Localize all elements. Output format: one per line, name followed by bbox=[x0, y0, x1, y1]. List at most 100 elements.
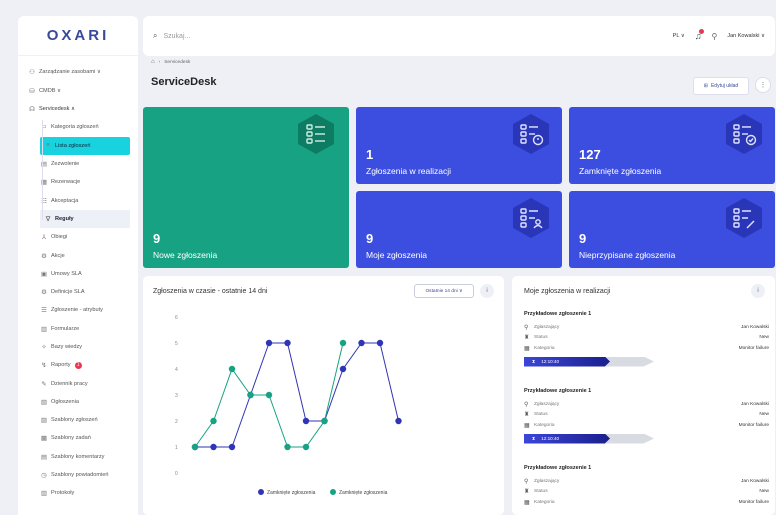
ticket-category-row: ▦ Kategoria Monitor failure bbox=[524, 343, 769, 354]
sidebar-item-1[interactable]: ⛁ CMDB ∨ bbox=[18, 81, 138, 100]
ticket-category-row: ▦ Kategoria Monitor failure bbox=[524, 497, 769, 508]
sidebar-item-label: Obiegi bbox=[51, 234, 68, 241]
sidebar-item-15[interactable]: ✧ Bazy wiedzy bbox=[18, 338, 138, 356]
data-point[interactable] bbox=[284, 339, 291, 347]
data-point[interactable] bbox=[302, 443, 310, 451]
data-point[interactable] bbox=[302, 417, 310, 425]
data-point[interactable] bbox=[210, 417, 217, 425]
ticket-card[interactable]: Przykładowe zgłoszenie 1 ⚲ Zgłaszający Jan… bbox=[524, 465, 769, 508]
search-input[interactable]: Szukaj... bbox=[163, 33, 190, 40]
sidebar-item-3[interactable]: ⌑ Kategoria zgłoszeń bbox=[18, 118, 138, 136]
user-icon[interactable]: ⚲ bbox=[711, 32, 717, 41]
notification-template-icon: ◷ bbox=[41, 472, 47, 480]
sidebar-item-14[interactable]: ▥ Formularze bbox=[18, 320, 138, 338]
data-point[interactable] bbox=[376, 339, 384, 347]
sidebar-item-12[interactable]: ⚙ Definicje SLA bbox=[18, 283, 138, 301]
database-icon: ⛁ bbox=[29, 87, 35, 95]
filter-icon: ∇ bbox=[45, 215, 51, 223]
sidebar-item-0[interactable]: ⚇ Zarządzanie zasobami ∨ bbox=[18, 62, 138, 81]
user-menu[interactable]: Jan Kowalski ∨ bbox=[727, 33, 765, 39]
tile-value: 9 bbox=[153, 231, 161, 246]
tile-unassigned[interactable]: 9 Nieprzypisane zgłoszenia bbox=[569, 191, 775, 268]
tile-new-tickets[interactable]: 9 Nowe zgłoszenia bbox=[143, 107, 349, 268]
data-point[interactable] bbox=[265, 391, 273, 399]
sidebar-item-7[interactable]: ☷ Akceptacja bbox=[18, 191, 138, 209]
data-point[interactable] bbox=[247, 391, 254, 399]
hourglass-icon: ⧗ bbox=[532, 436, 536, 441]
language-select[interactable]: PL ∨ bbox=[673, 33, 685, 39]
data-point[interactable] bbox=[228, 365, 236, 373]
ticket-title[interactable]: Przykładowe zgłoszenie 1 bbox=[524, 465, 769, 471]
sidebar-item-19[interactable]: ▨ Szablony zgłoszeń bbox=[18, 411, 138, 429]
sidebar-item-9[interactable]: ⅄ Obiegi bbox=[18, 228, 138, 246]
ticket-title[interactable]: Przykładowe zgłoszenie 1 bbox=[524, 388, 769, 394]
sidebar-item-8[interactable]: ∇ Reguły bbox=[40, 209, 130, 229]
legend-marker bbox=[330, 489, 336, 495]
data-point[interactable] bbox=[265, 339, 273, 347]
tile-value: 9 bbox=[579, 231, 587, 246]
ticket-card[interactable]: Przykładowe zgłoszenie 1 ⚲ Zgłaszający Jan… bbox=[524, 311, 769, 367]
sidebar-item-20[interactable]: ▩ Szablony zadań bbox=[18, 429, 138, 447]
status-value: New bbox=[759, 489, 769, 495]
tile-value: 1 bbox=[366, 147, 374, 162]
sliders-icon: ☰ bbox=[41, 307, 47, 315]
data-point[interactable] bbox=[191, 443, 199, 451]
breadcrumb-servicedesk[interactable]: Servicedesk bbox=[164, 60, 190, 65]
legend-label[interactable]: Zamknięte zgłoszenia bbox=[339, 490, 388, 496]
home-icon[interactable]: ⌂ bbox=[151, 59, 155, 65]
tickets-edit-icon bbox=[726, 198, 762, 238]
sla-timer-fill: ⧗ 12:10:40 bbox=[524, 356, 610, 367]
tile-closed[interactable]: 127 Zamknięte zgłoszenia bbox=[569, 107, 775, 184]
notification-dot bbox=[699, 29, 705, 34]
more-options-button[interactable]: ⋮ bbox=[755, 77, 771, 93]
data-point[interactable] bbox=[284, 443, 291, 451]
data-point[interactable] bbox=[321, 417, 328, 425]
y-tick-label: 0 bbox=[175, 471, 178, 477]
sidebar-item-22[interactable]: ◷ Szablony powiadomień bbox=[18, 466, 138, 484]
my-tickets-info-button[interactable]: i bbox=[751, 284, 765, 298]
sidebar-item-11[interactable]: ▣ Umowy SLA bbox=[18, 265, 138, 283]
notifications-button[interactable]: ♫ bbox=[695, 29, 705, 41]
ticket-title[interactable]: Przykładowe zgłoszenie 1 bbox=[524, 311, 769, 317]
sidebar-item-17[interactable]: ✎ Dziennik pracy bbox=[18, 374, 138, 392]
sidebar-item-4[interactable]: ≡ Lista zgłoszeń bbox=[40, 136, 130, 155]
data-point[interactable] bbox=[339, 365, 347, 373]
sidebar-item-16[interactable]: ↯ Raporty 1 bbox=[18, 356, 138, 374]
sidebar-item-5[interactable]: ▤ Zezwolenie bbox=[18, 155, 138, 173]
sidebar-item-23[interactable]: ▥ Protokoły bbox=[18, 484, 138, 502]
bulb-icon: ✧ bbox=[41, 344, 47, 351]
data-point[interactable] bbox=[210, 443, 217, 451]
chart-panel: Zgłoszenia w czasie - ostatnie 14 dni Os… bbox=[143, 276, 504, 515]
sidebar-item-label: Definicje SLA bbox=[51, 289, 85, 296]
edit-layout-button[interactable]: ⊞ Edytuj układ bbox=[693, 77, 749, 95]
tile-my-tickets[interactable]: 9 Moje zgłoszenia bbox=[356, 191, 562, 268]
sidebar-item-2[interactable]: ☊ Servicedesk ∧ bbox=[18, 100, 138, 118]
sidebar-item-6[interactable]: ▦ Rezerwacje bbox=[18, 173, 138, 191]
sidebar-item-10[interactable]: ⚙ Akcje bbox=[18, 246, 138, 264]
category-value: Monitor failure bbox=[738, 422, 769, 428]
data-point[interactable] bbox=[339, 339, 347, 347]
tickets-clock-icon bbox=[513, 114, 549, 154]
sidebar-item-label: Lista zgłoszeń bbox=[55, 142, 91, 149]
search-box[interactable]: ⌕ Szukaj... bbox=[153, 31, 673, 41]
sidebar-item-21[interactable]: ▤ Szablony komentarzy bbox=[18, 448, 138, 466]
legend-label[interactable]: Zamknięte zgłoszenia bbox=[267, 490, 316, 496]
data-point[interactable] bbox=[358, 339, 365, 347]
user-icon: ⚲ bbox=[524, 401, 529, 408]
ticket-card[interactable]: Przykładowe zgłoszenie 1 ⚲ Zgłaszający Jan… bbox=[524, 388, 769, 444]
data-point[interactable] bbox=[228, 443, 236, 451]
report-icon: ↯ bbox=[41, 362, 47, 370]
ticket-requester-row: ⚲ Zgłaszający Jan Kowalski bbox=[524, 476, 769, 487]
requester-value: Jan Kowalski bbox=[741, 478, 769, 484]
sidebar-item-label: Raporty bbox=[51, 362, 71, 369]
ticket-requester-row: ⚲ Zgłaszający Jan Kowalski bbox=[524, 322, 769, 333]
app-logo[interactable]: OXARI bbox=[18, 16, 138, 56]
sidebar-item-label: Akcje bbox=[51, 252, 65, 259]
sidebar-item-13[interactable]: ☰ Zgłoszenie - atrybuty bbox=[18, 301, 138, 319]
ticket-status-row: ♜ Status New bbox=[524, 410, 769, 421]
tile-label: Moje zgłoszenia bbox=[366, 250, 427, 260]
sidebar: OXARI ⚇ Zarządzanie zasobami ∨ ⛁ CMDB ∨ ☊ Ser… bbox=[18, 16, 138, 515]
data-point[interactable] bbox=[395, 417, 402, 425]
tile-in-progress[interactable]: 1 Zgłoszenia w realizacji bbox=[356, 107, 562, 184]
sidebar-item-18[interactable]: ▧ Ogłoszenia bbox=[18, 393, 138, 411]
